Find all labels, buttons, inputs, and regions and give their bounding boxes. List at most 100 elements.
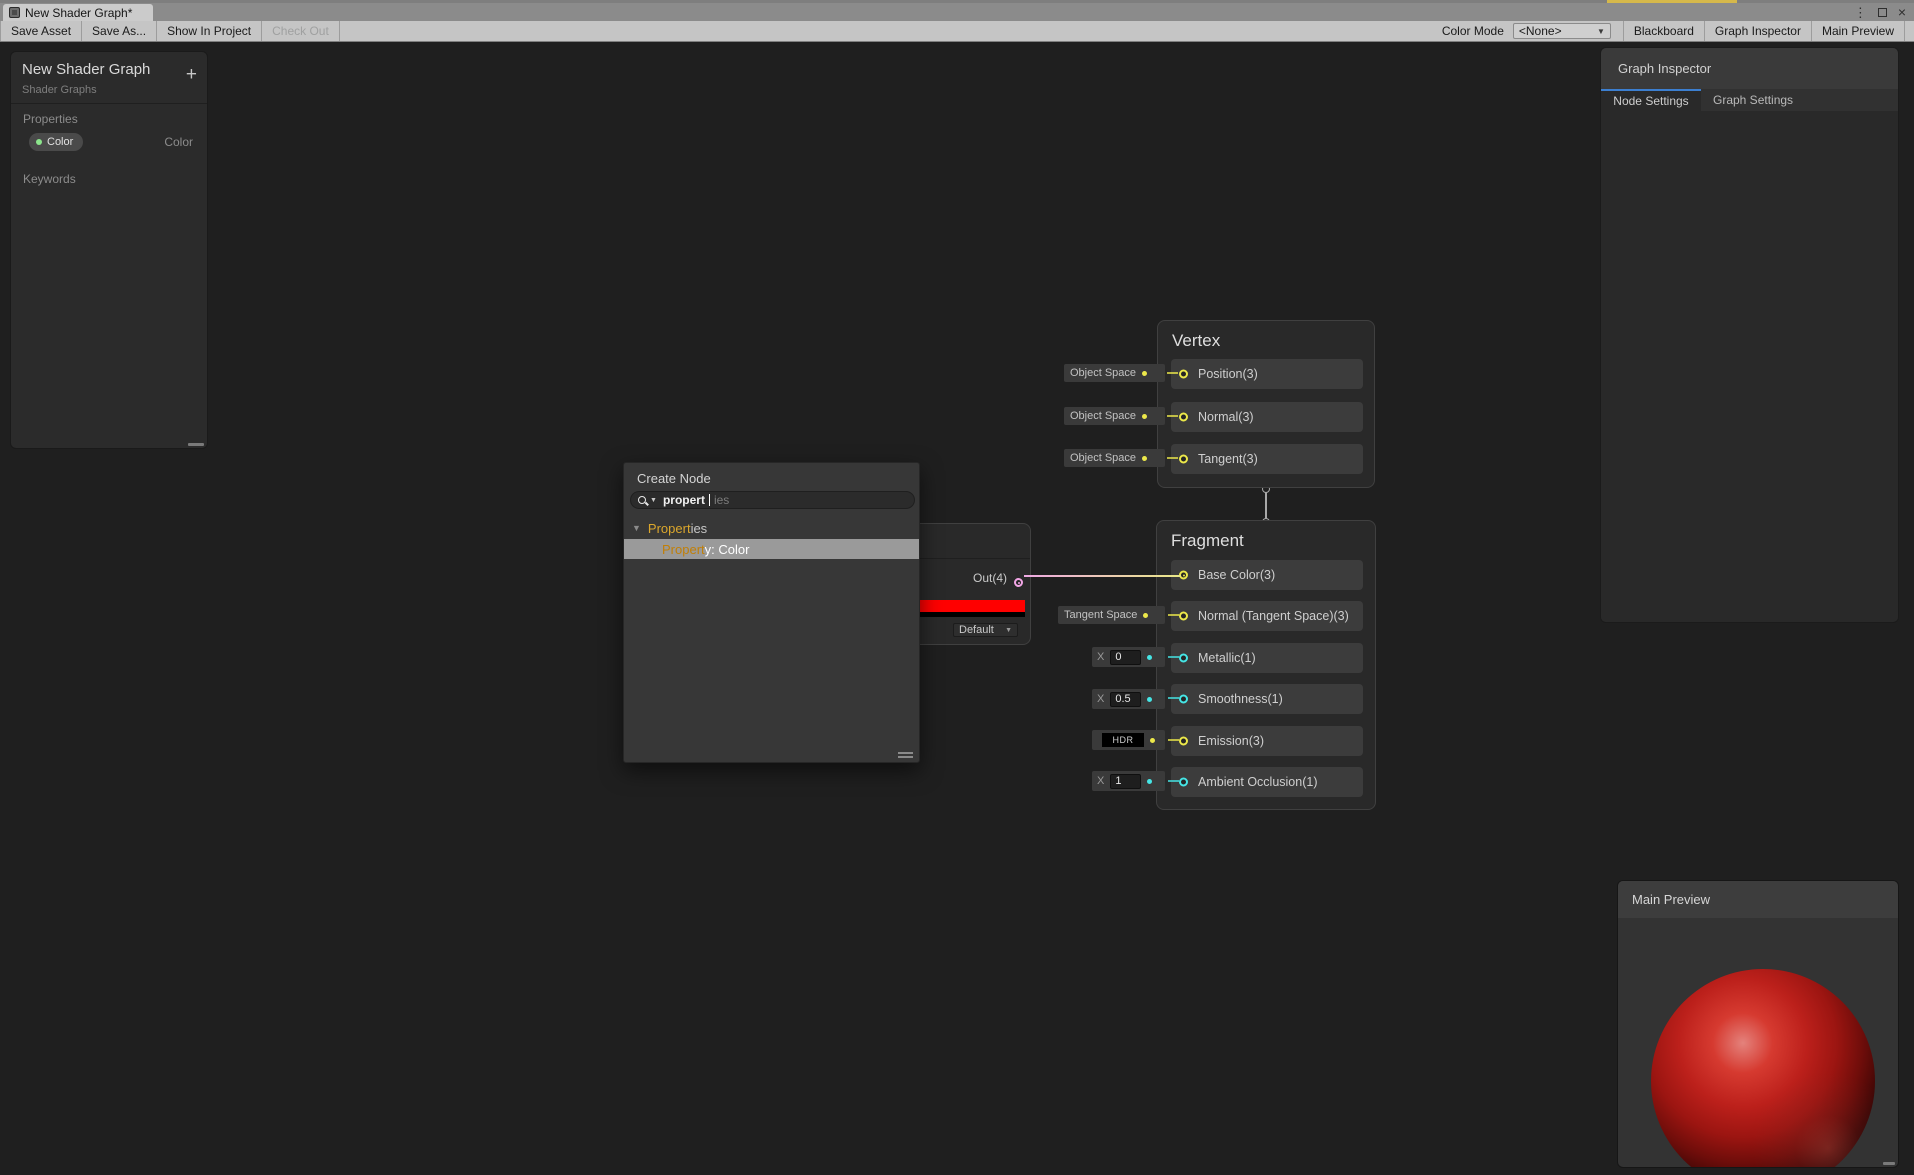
chip-dot-icon xyxy=(1150,737,1155,743)
blackboard-header[interactable]: New Shader Graph Shader Graphs + xyxy=(11,52,207,104)
chip-dot-icon xyxy=(1143,612,1149,618)
shader-graph-icon xyxy=(9,7,20,18)
smoothness-value-field[interactable]: 0.5 xyxy=(1110,691,1142,707)
graph-inspector-title: Graph Inspector xyxy=(1618,61,1712,76)
port-tangent[interactable] xyxy=(1179,454,1188,464)
port-out-vector4[interactable] xyxy=(1014,578,1023,587)
node-divider xyxy=(901,558,1030,559)
chip-label: Object Space xyxy=(1070,410,1137,422)
fragment-node-title: Fragment xyxy=(1171,531,1244,550)
dialog-resize-handle[interactable] xyxy=(898,756,913,758)
property-type-label: Color xyxy=(164,135,193,149)
out-port-label: Out(4) xyxy=(972,571,1007,585)
chevron-down-icon: ▼ xyxy=(1596,26,1605,36)
maximize-icon[interactable] xyxy=(1877,7,1887,17)
ambient-occlusion-value-field[interactable]: 1 xyxy=(1110,773,1142,789)
default-chip-ambient-occlusion[interactable]: X 1 xyxy=(1092,771,1165,791)
slot-normal-tangent-space: Normal (Tangent Space)(3) xyxy=(1171,601,1363,631)
chip-dot-icon xyxy=(1147,654,1153,660)
blackboard-resize-handle[interactable] xyxy=(188,443,204,446)
port-metallic[interactable] xyxy=(1179,653,1188,663)
tab-node-settings[interactable]: Node Settings xyxy=(1601,89,1701,111)
slot-label: Normal (Tangent Space)(3) xyxy=(1198,609,1349,623)
chip-dot-icon xyxy=(1147,778,1153,784)
stack-connector-line xyxy=(1265,492,1267,519)
slot-label: Tangent(3) xyxy=(1198,452,1258,466)
group-match-text: Propert xyxy=(647,520,691,536)
main-preview-header[interactable]: Main Preview xyxy=(1618,881,1898,918)
color-mode-label: Color Mode xyxy=(1441,24,1504,38)
window-menu-icon[interactable]: ⋮ xyxy=(1854,6,1867,19)
inspector-body xyxy=(1601,111,1898,622)
metallic-value-field[interactable]: 0 xyxy=(1110,649,1142,665)
slot-ambient-occlusion: Ambient Occlusion(1) xyxy=(1171,767,1363,797)
default-chip-tangent-space[interactable]: Tangent Space xyxy=(1058,606,1165,624)
slot-base-color: Base Color(3) xyxy=(1171,560,1363,590)
port-ambient-occlusion[interactable] xyxy=(1179,777,1188,787)
show-in-project-button[interactable]: Show In Project xyxy=(157,21,263,41)
shader-graph-window: New Shader Graph* ⋮ × Save Asset Save As… xyxy=(0,0,1914,1175)
blackboard-title: New Shader Graph xyxy=(22,61,151,78)
slot-emission: Emission(3) xyxy=(1171,726,1363,756)
main-preview-panel: Main Preview xyxy=(1617,880,1899,1168)
document-title: New Shader Graph* xyxy=(25,5,133,20)
foldout-arrow-icon[interactable]: ▼ xyxy=(632,523,641,533)
port-position[interactable] xyxy=(1179,369,1188,379)
port-normal[interactable] xyxy=(1179,412,1188,422)
default-chip-object-space[interactable]: Object Space xyxy=(1064,449,1165,467)
default-chip-metallic[interactable]: X 0 xyxy=(1092,647,1165,667)
port-emission[interactable] xyxy=(1179,736,1188,746)
default-chip-object-space[interactable]: Object Space xyxy=(1064,407,1165,425)
port-smoothness[interactable] xyxy=(1179,694,1188,704)
slot-label: Smoothness(1) xyxy=(1198,692,1283,706)
slot-label: Position(3) xyxy=(1198,367,1258,381)
item-rest-text: y: Color xyxy=(704,541,750,557)
close-icon[interactable]: × xyxy=(1898,5,1906,19)
document-tab[interactable]: New Shader Graph* xyxy=(3,4,153,21)
main-preview-toggle-button[interactable]: Main Preview xyxy=(1810,21,1905,41)
hdr-color-swatch[interactable]: HDR xyxy=(1102,733,1144,747)
tree-group-properties[interactable]: ▼ Properties xyxy=(624,517,919,539)
properties-section-label: Properties xyxy=(23,112,78,126)
tree-item-property-color[interactable]: Property: Color xyxy=(624,539,919,559)
chip-dot-icon xyxy=(1142,413,1148,419)
search-filter-chevron-icon[interactable]: ▼ xyxy=(650,497,657,504)
graph-inspector-panel: Graph Inspector Node Settings Graph Sett… xyxy=(1600,47,1899,623)
fragment-master-node[interactable]: Fragment Base Color(3) Normal (Tangent S… xyxy=(1156,520,1376,810)
vertex-master-node[interactable]: Vertex Position(3) Normal(3) Tangent(3) xyxy=(1157,320,1375,488)
graph-inspector-toggle-button[interactable]: Graph Inspector xyxy=(1703,21,1811,41)
default-chip-object-space[interactable]: Object Space xyxy=(1064,364,1165,382)
tab-graph-settings[interactable]: Graph Settings xyxy=(1701,89,1805,111)
slot-metallic: Metallic(1) xyxy=(1171,643,1363,673)
slot-position: Position(3) xyxy=(1171,359,1363,389)
create-node-dialog: Create Node ▼ propert ies ▼ Properties Pr… xyxy=(623,462,920,763)
slot-tangent: Tangent(3) xyxy=(1171,444,1363,474)
color-mode-dropdown[interactable]: <None> ▼ xyxy=(1512,23,1611,39)
color-mode-default-dropdown[interactable]: Default ▼ xyxy=(953,623,1018,637)
add-property-button[interactable]: + xyxy=(186,65,197,84)
check-out-button[interactable]: Check Out xyxy=(262,21,340,41)
chip-label: Object Space xyxy=(1070,367,1137,379)
property-pill-color[interactable]: Color xyxy=(29,133,84,151)
graph-inspector-header[interactable]: Graph Inspector xyxy=(1601,48,1898,89)
default-chip-emission[interactable]: HDR xyxy=(1092,730,1165,750)
chip-dot-icon xyxy=(1142,455,1148,461)
preview-sphere[interactable] xyxy=(1651,969,1875,1167)
save-as-button[interactable]: Save As... xyxy=(82,21,158,41)
main-preview-title: Main Preview xyxy=(1632,892,1711,907)
preview-resize-handle[interactable] xyxy=(1883,1162,1895,1165)
blackboard-panel: New Shader Graph Shader Graphs + Propert… xyxy=(10,51,208,449)
chip-connector xyxy=(1167,372,1178,374)
node-search-input[interactable]: ▼ propert ies xyxy=(630,491,915,509)
x-label: X xyxy=(1097,693,1105,705)
blackboard-subtitle: Shader Graphs xyxy=(22,84,97,96)
edge-color-to-basecolor[interactable] xyxy=(1024,575,1181,577)
save-asset-button[interactable]: Save Asset xyxy=(0,21,83,41)
chevron-down-icon: ▼ xyxy=(1005,626,1012,634)
default-chip-smoothness[interactable]: X 0.5 xyxy=(1092,689,1165,709)
slot-label: Normal(3) xyxy=(1198,410,1254,424)
blackboard-toggle-button[interactable]: Blackboard xyxy=(1622,21,1704,41)
port-normal-ts[interactable] xyxy=(1179,611,1188,621)
search-icon xyxy=(638,496,646,504)
inspector-tab-bar: Node Settings Graph Settings xyxy=(1601,89,1898,111)
